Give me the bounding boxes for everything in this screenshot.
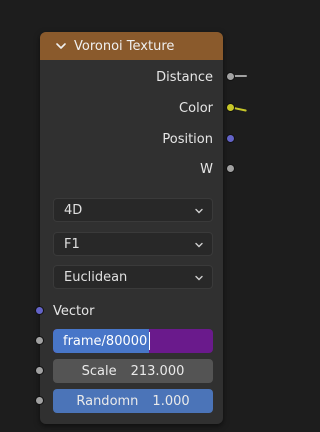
output-distance-socket[interactable] bbox=[226, 72, 235, 81]
distance-metric-value: Euclidean bbox=[64, 269, 128, 285]
dimensions-value: 4D bbox=[64, 202, 83, 218]
node-title: Voronoi Texture bbox=[74, 38, 175, 54]
distance-metric-dropdown[interactable]: Euclidean bbox=[53, 265, 213, 289]
text-cursor bbox=[149, 332, 151, 350]
output-w-label: W bbox=[200, 161, 213, 177]
scale-value: 213.000 bbox=[130, 363, 185, 379]
randomness-value: 1.000 bbox=[152, 393, 190, 409]
randomness-field[interactable]: Randomn 1.000 bbox=[53, 389, 213, 413]
output-w: W bbox=[200, 158, 223, 180]
output-distance-label: Distance bbox=[156, 69, 213, 85]
output-position: Position bbox=[162, 128, 223, 150]
output-color-label: Color bbox=[179, 100, 213, 116]
input-randomness-socket[interactable] bbox=[35, 396, 44, 405]
caret-down-icon bbox=[195, 242, 203, 248]
w-expression-input[interactable]: frame/80000 bbox=[53, 329, 213, 353]
node-header[interactable]: Voronoi Texture bbox=[40, 32, 223, 60]
voronoi-texture-node[interactable]: Voronoi Texture Distance Color Position … bbox=[35, 32, 235, 424]
dimensions-dropdown[interactable]: 4D bbox=[53, 198, 213, 222]
input-w-socket[interactable] bbox=[35, 336, 44, 345]
output-position-socket[interactable] bbox=[226, 134, 235, 143]
input-vector-label: Vector bbox=[53, 303, 95, 319]
caret-down-icon bbox=[195, 275, 203, 281]
randomness-label: Randomn bbox=[76, 393, 139, 409]
output-w-socket[interactable] bbox=[226, 164, 235, 173]
input-scale-socket[interactable] bbox=[35, 366, 44, 375]
scale-label: Scale bbox=[81, 363, 117, 379]
output-color-socket[interactable] bbox=[226, 103, 235, 112]
node-editor-canvas[interactable]: Voronoi Texture Distance Color Position … bbox=[0, 0, 247, 432]
feature-dropdown[interactable]: F1 bbox=[53, 232, 213, 256]
output-position-label: Position bbox=[162, 131, 213, 147]
output-distance: Distance bbox=[156, 66, 223, 88]
input-vector: Vector bbox=[53, 300, 94, 322]
input-vector-socket[interactable] bbox=[35, 306, 44, 315]
scale-field[interactable]: Scale 213.000 bbox=[53, 359, 213, 383]
caret-down-icon bbox=[195, 208, 203, 214]
chevron-down-icon[interactable] bbox=[54, 39, 68, 53]
w-expression-text: frame/80000 bbox=[53, 329, 150, 353]
output-color: Color bbox=[179, 97, 223, 119]
feature-value: F1 bbox=[64, 236, 80, 252]
